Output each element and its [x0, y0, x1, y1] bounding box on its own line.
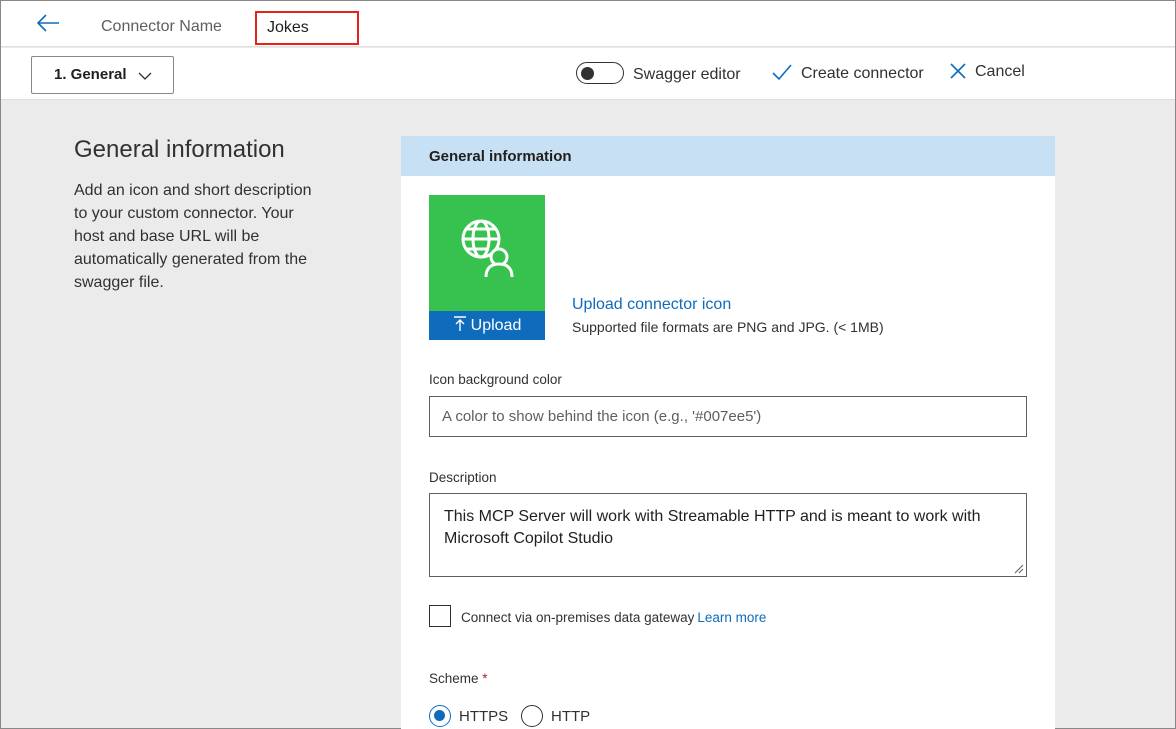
icon-color-input[interactable] — [429, 396, 1027, 437]
upload-format-note: Supported file formats are PNG and JPG. … — [572, 319, 884, 335]
connector-name-input[interactable]: Jokes MCP — [255, 11, 359, 66]
panel-header: General information — [401, 136, 1055, 176]
swagger-editor-label: Swagger editor — [633, 66, 741, 83]
upload-button[interactable]: Upload — [429, 311, 545, 340]
chevron-down-icon — [138, 72, 152, 80]
description-text: This MCP Server will work with Streamabl… — [444, 508, 981, 547]
description-textarea[interactable]: This MCP Server will work with Streamabl… — [429, 493, 1027, 577]
cancel-label: Cancel — [975, 63, 1025, 80]
upload-connector-icon-link[interactable]: Upload connector icon — [572, 296, 731, 314]
required-marker: * — [482, 671, 488, 686]
close-icon — [950, 63, 966, 79]
intro-description: Add an icon and short description to you… — [74, 182, 312, 291]
scheme-https-label: HTTPS — [459, 708, 509, 725]
general-information-panel: General information Upload Upload connec… — [401, 136, 1055, 729]
description-label: Description — [429, 470, 497, 485]
swagger-editor-toggle[interactable] — [576, 62, 624, 84]
connector-icon-preview: Upload — [429, 195, 545, 340]
upload-button-label: Upload — [470, 317, 522, 334]
scheme-http-label: HTTP — [551, 708, 591, 725]
gateway-label: Connect via on-premises data gateway Lear… — [461, 610, 766, 625]
resize-grip-icon[interactable] — [1014, 564, 1024, 574]
back-arrow-icon[interactable] — [35, 11, 65, 37]
step-dropdown[interactable]: 1. General — [31, 56, 174, 94]
scheme-http-radio[interactable] — [521, 705, 543, 727]
globe-person-icon — [461, 219, 514, 278]
scheme-https-radio[interactable] — [429, 705, 451, 727]
step-dropdown-label: 1. General — [54, 66, 127, 83]
toggle-knob — [581, 66, 594, 80]
create-connector-button[interactable]: Create connector — [771, 62, 924, 86]
connector-name-label: Connector Name — [101, 18, 222, 35]
gateway-label-text: Connect via on-premises data gateway — [461, 610, 695, 625]
radio-selected-dot — [434, 710, 445, 721]
checkmark-icon — [772, 64, 792, 81]
scheme-label-text: Scheme — [429, 671, 479, 686]
create-connector-label: Create connector — [801, 65, 924, 82]
cancel-button[interactable]: Cancel — [949, 62, 1025, 86]
icon-color-label: Icon background color — [429, 372, 562, 387]
intro-title: General information — [74, 136, 285, 163]
top-bar: Connector Name Jokes MCP — [1, 1, 1175, 66]
gateway-checkbox[interactable] — [429, 605, 451, 627]
learn-more-link[interactable]: Learn more — [697, 610, 766, 625]
upload-arrow-icon — [453, 316, 466, 331]
scheme-label: Scheme * — [429, 671, 488, 686]
toolbar: 1. General Swagger editor Create connect… — [1, 48, 1175, 100]
